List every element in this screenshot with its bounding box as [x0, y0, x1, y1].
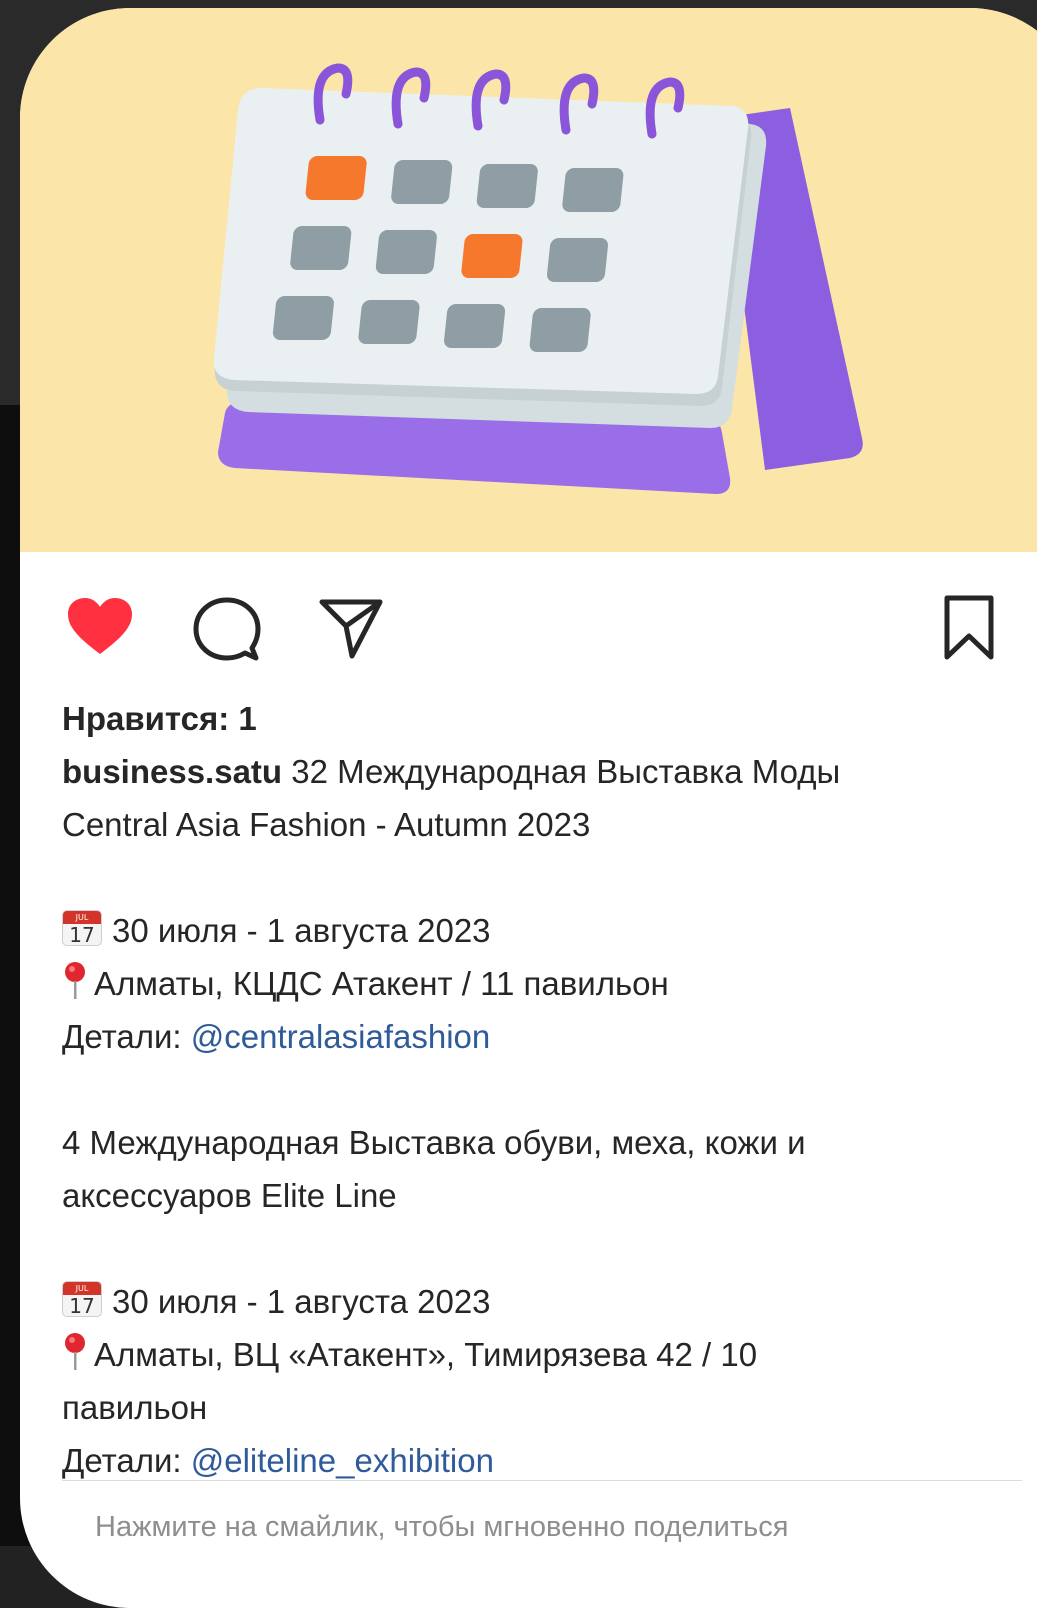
round-pushpin-icon	[65, 1333, 85, 1370]
event1-place: Алматы, КЦДС Атакент / 11 павильон	[94, 965, 669, 1002]
event1-details-label: Детали:	[62, 1018, 191, 1055]
event1-date-line: JUL 17 30 июля - 1 августа 2023	[62, 904, 1012, 957]
comment-hint[interactable]: Нажмите на смайлик, чтобы мгновенно поде…	[95, 1511, 788, 1544]
round-pushpin-icon	[65, 962, 85, 999]
event2-place-line-1: Алматы, ВЦ «Атакент», Тимирязева 42 / 10	[62, 1328, 1012, 1381]
post-image[interactable]	[20, 8, 1037, 552]
comment-bubble-icon[interactable]	[192, 596, 262, 662]
post-caption: Нравится: 1 business.satu 32 Международн…	[62, 692, 1012, 1487]
calendar-illustration	[213, 63, 863, 494]
event1-date: 30 июля - 1 августа 2023	[112, 912, 491, 949]
caption-title-line-2: Central Asia Fashion - Autumn 2023	[62, 806, 591, 843]
calendar-emoji-icon: JUL 17	[62, 1281, 102, 1317]
event1-details-line: Детали: @centralasiafashion	[62, 1010, 1012, 1063]
bookmark-icon[interactable]	[942, 594, 996, 662]
event2-place-line-2: павильон	[62, 1389, 208, 1426]
event1-details-link[interactable]: @centralasiafashion	[191, 1018, 491, 1055]
event2-details-label: Детали:	[62, 1442, 191, 1479]
event2-title-line-1: 4 Международная Выставка обуви, меха, ко…	[62, 1124, 806, 1161]
caption-title-line-1: business.satu 32 Международная Выставка …	[62, 745, 1012, 798]
caption-title-text: 32 Международная Выставка Моды	[282, 753, 841, 790]
calendar-emoji-icon: JUL 17	[62, 910, 102, 946]
heart-filled-icon[interactable]	[66, 596, 134, 656]
likes-count[interactable]: Нравится: 1	[62, 692, 1012, 745]
event1-place-line: Алматы, КЦДС Атакент / 11 павильон	[62, 957, 1012, 1010]
paper-plane-icon[interactable]	[318, 596, 384, 660]
post-actions-bar	[20, 552, 1037, 692]
post-card: Нравится: 1 business.satu 32 Международн…	[20, 8, 1037, 1608]
event2-place: Алматы, ВЦ «Атакент», Тимирязева 42 / 10	[94, 1336, 758, 1373]
event2-date: 30 июля - 1 августа 2023	[112, 1283, 491, 1320]
event2-details-link[interactable]: @eliteline_exhibition	[191, 1442, 494, 1479]
event2-title-line-2: аксессуаров Elite Line	[62, 1177, 397, 1214]
username-link[interactable]: business.satu	[62, 753, 282, 790]
event2-date-line: JUL 17 30 июля - 1 августа 2023	[62, 1275, 1012, 1328]
divider	[62, 1480, 1022, 1481]
